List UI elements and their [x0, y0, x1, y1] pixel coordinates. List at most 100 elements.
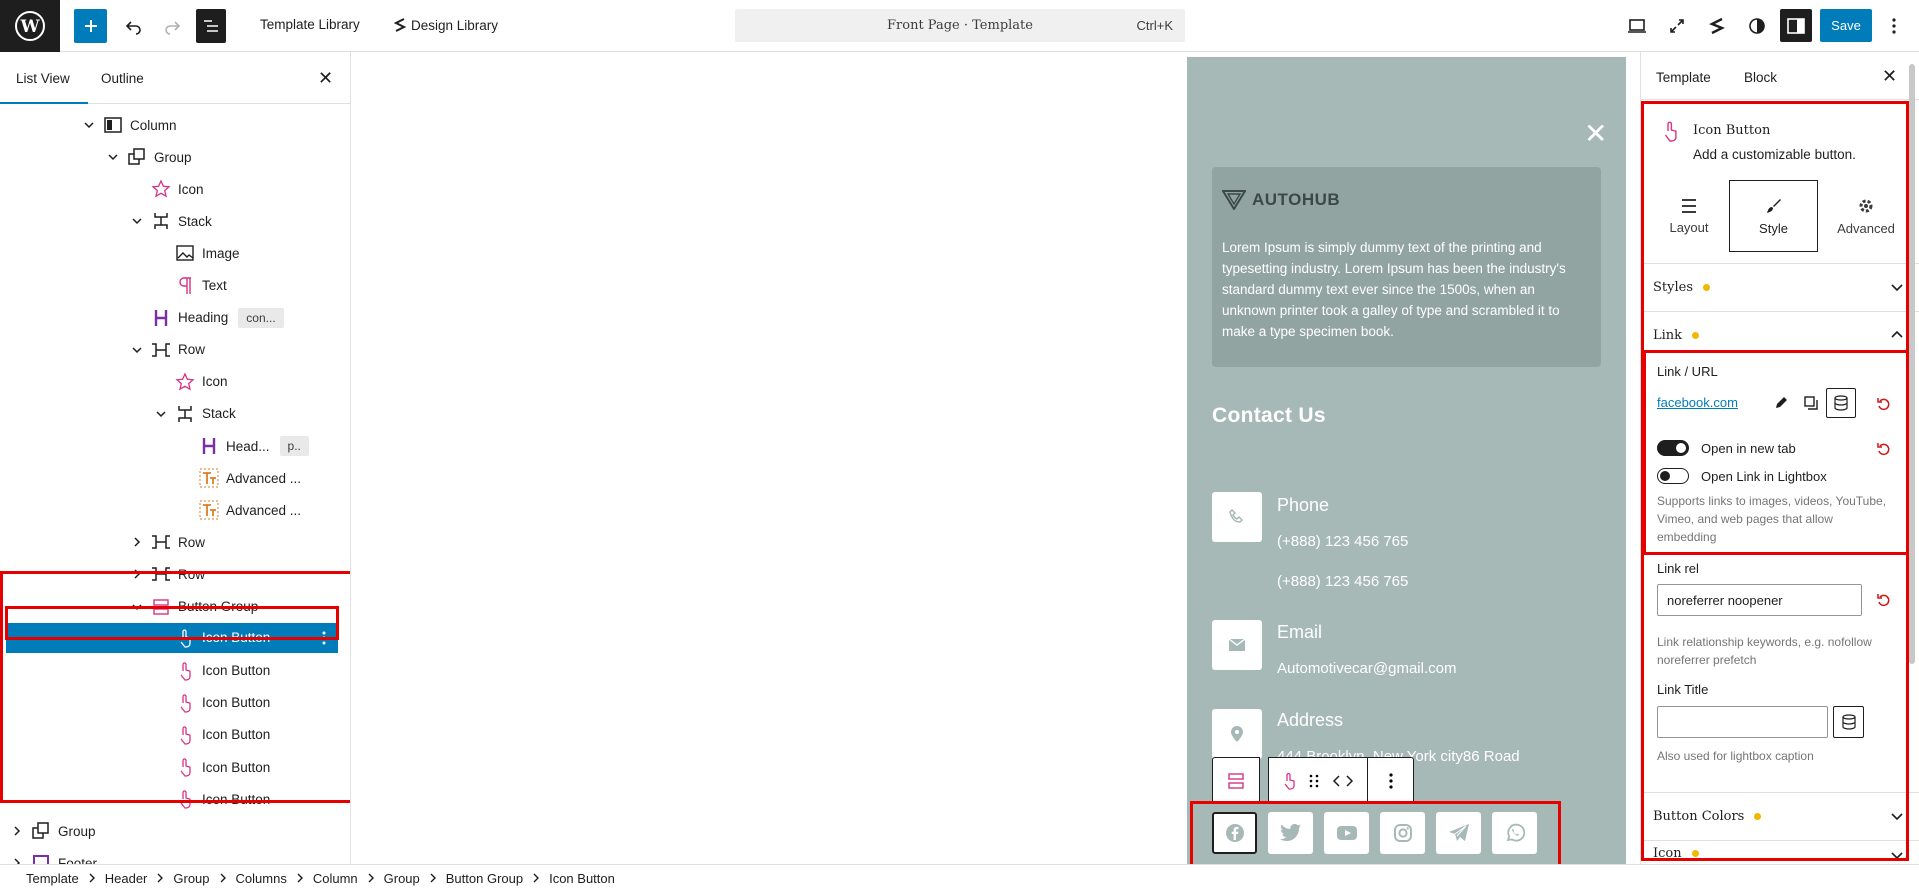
template-library-link[interactable]: Template Library: [260, 17, 360, 32]
chevron-down-icon[interactable]: [154, 407, 168, 421]
save-button[interactable]: Save: [1820, 9, 1872, 42]
list-view-item[interactable]: Icon Button: [0, 655, 350, 687]
list-view-item[interactable]: Stack: [0, 205, 350, 237]
undo-icon[interactable]: [120, 9, 148, 43]
whatsapp-icon-button[interactable]: [1492, 812, 1537, 854]
list-view-item[interactable]: Advanced ...: [0, 494, 350, 526]
reset-link-icon[interactable]: [1877, 397, 1891, 411]
chevron-down-icon[interactable]: [130, 343, 144, 357]
tab-advanced[interactable]: Advanced: [1821, 180, 1911, 252]
icon-section-toggle[interactable]: Icon: [1653, 838, 1908, 864]
link-rel-input[interactable]: noreferrer noopener: [1657, 584, 1862, 616]
list-view-item[interactable]: Row: [0, 526, 350, 558]
list-view-item[interactable]: Icon: [0, 173, 350, 205]
offcanvas-close-icon[interactable]: ✕: [1584, 117, 1607, 150]
drag-handle-icon[interactable]: [1309, 774, 1319, 788]
chevron-down-icon[interactable]: [82, 118, 96, 132]
list-view-item[interactable]: Row: [0, 334, 350, 366]
close-inspector-icon[interactable]: ✕: [1882, 67, 1897, 85]
select-parent-button-group-icon[interactable]: [1212, 757, 1260, 804]
list-view-item[interactable]: Advanced ...: [0, 462, 350, 494]
list-view-item[interactable]: Heading con...: [0, 302, 350, 334]
chevron-down-icon[interactable]: [130, 600, 144, 614]
list-view-item[interactable]: Icon Button: [0, 783, 350, 815]
list-view-item[interactable]: Column: [0, 109, 350, 141]
list-view-item[interactable]: Icon Button: [0, 751, 350, 783]
link-url-value[interactable]: facebook.com: [1657, 395, 1738, 410]
reset-link-rel-icon[interactable]: [1877, 593, 1891, 607]
contact-title[interactable]: Contact Us: [1212, 404, 1326, 428]
list-view-item[interactable]: Row: [0, 558, 350, 590]
list-view-item[interactable]: Footer: [0, 847, 350, 864]
add-block-button[interactable]: [74, 9, 107, 43]
design-library-link[interactable]: Design Library: [393, 17, 498, 33]
chevron-down-icon[interactable]: [130, 214, 144, 228]
facebook-icon-button[interactable]: [1212, 812, 1257, 854]
stackable-icon[interactable]: [1702, 9, 1732, 43]
telegram-icon-button[interactable]: [1436, 812, 1481, 854]
list-view-item[interactable]: Icon Button: [0, 719, 350, 751]
reset-new-tab-icon[interactable]: [1877, 442, 1891, 456]
open-lightbox-toggle[interactable]: [1657, 468, 1689, 484]
tab-style[interactable]: Style: [1729, 180, 1818, 252]
close-list-view-icon[interactable]: ✕: [318, 69, 333, 87]
about-text[interactable]: Lorem Ipsum is simply dummy text of the …: [1222, 237, 1592, 342]
inspector-scrollbar[interactable]: [1909, 64, 1915, 664]
twitter-icon-button[interactable]: [1268, 812, 1313, 854]
tab-template[interactable]: Template: [1656, 70, 1711, 85]
breadcrumb-item[interactable]: Header: [105, 871, 148, 886]
list-view-item[interactable]: Icon Button: [6, 622, 338, 653]
list-view-item[interactable]: Group: [0, 141, 350, 173]
styles-contrast-icon[interactable]: [1742, 9, 1772, 43]
fullscreen-icon[interactable]: [1662, 9, 1692, 43]
more-options-icon[interactable]: [1882, 9, 1906, 43]
desktop-preview-icon[interactable]: [1622, 9, 1652, 43]
heading-icon: [150, 307, 172, 329]
link-title-database-icon[interactable]: [1833, 706, 1864, 738]
instagram-icon-button[interactable]: [1380, 812, 1425, 854]
list-view-item[interactable]: Group: [0, 815, 350, 847]
chevron-right-icon[interactable]: [10, 824, 24, 838]
command-palette[interactable]: Front Page · Template Ctrl+K: [735, 9, 1185, 42]
chevron-down-icon[interactable]: [106, 150, 120, 164]
styles-section-toggle[interactable]: Styles: [1653, 263, 1908, 311]
move-arrows-icon[interactable]: [1331, 774, 1355, 788]
block-options-icon[interactable]: [1368, 757, 1414, 804]
chevron-right-icon[interactable]: [130, 535, 144, 549]
list-view-item[interactable]: Icon Button: [0, 687, 350, 719]
breadcrumb-item[interactable]: Template: [26, 871, 79, 886]
chevron-right-icon[interactable]: [10, 856, 24, 864]
list-view-item[interactable]: Text: [0, 270, 350, 302]
dynamic-content-database-icon[interactable]: [1826, 388, 1856, 418]
tab-outline[interactable]: Outline: [101, 71, 144, 86]
copy-link-icon[interactable]: [1797, 389, 1825, 417]
list-view-item[interactable]: Stack: [0, 398, 350, 430]
breadcrumb-item[interactable]: Column: [313, 871, 358, 886]
tab-layout[interactable]: Layout: [1653, 180, 1725, 252]
wordpress-logo-icon[interactable]: W: [0, 0, 60, 52]
chevron-right-icon[interactable]: [130, 567, 144, 581]
toggle-knob: [1660, 471, 1670, 481]
document-overview-icon[interactable]: [196, 9, 226, 43]
link-section-toggle[interactable]: Link: [1653, 311, 1908, 359]
youtube-icon-button[interactable]: [1324, 812, 1369, 854]
breadcrumb-item[interactable]: Button Group: [446, 871, 523, 886]
item-options-icon[interactable]: [322, 631, 326, 645]
redo-icon[interactable]: [158, 9, 186, 43]
breadcrumb-item[interactable]: Group: [173, 871, 209, 886]
tab-list-view[interactable]: List View: [0, 71, 88, 104]
list-view-item[interactable]: Button Group: [0, 591, 350, 623]
list-view-item[interactable]: Image: [0, 237, 350, 269]
breadcrumb-item[interactable]: Columns: [236, 871, 287, 886]
breadcrumb-item[interactable]: Group: [384, 871, 420, 886]
open-new-tab-toggle[interactable]: [1657, 440, 1689, 456]
hand-pointer-icon[interactable]: [1281, 772, 1297, 790]
settings-sidebar-icon[interactable]: [1780, 9, 1812, 42]
edit-link-pencil-icon[interactable]: [1767, 389, 1795, 417]
list-view-item[interactable]: Head... p..: [0, 430, 350, 462]
tab-block[interactable]: Block: [1744, 70, 1777, 85]
link-title-input[interactable]: [1657, 706, 1828, 738]
button-colors-section-toggle[interactable]: Button Colors: [1653, 792, 1908, 840]
list-view-item[interactable]: Icon: [0, 366, 350, 398]
